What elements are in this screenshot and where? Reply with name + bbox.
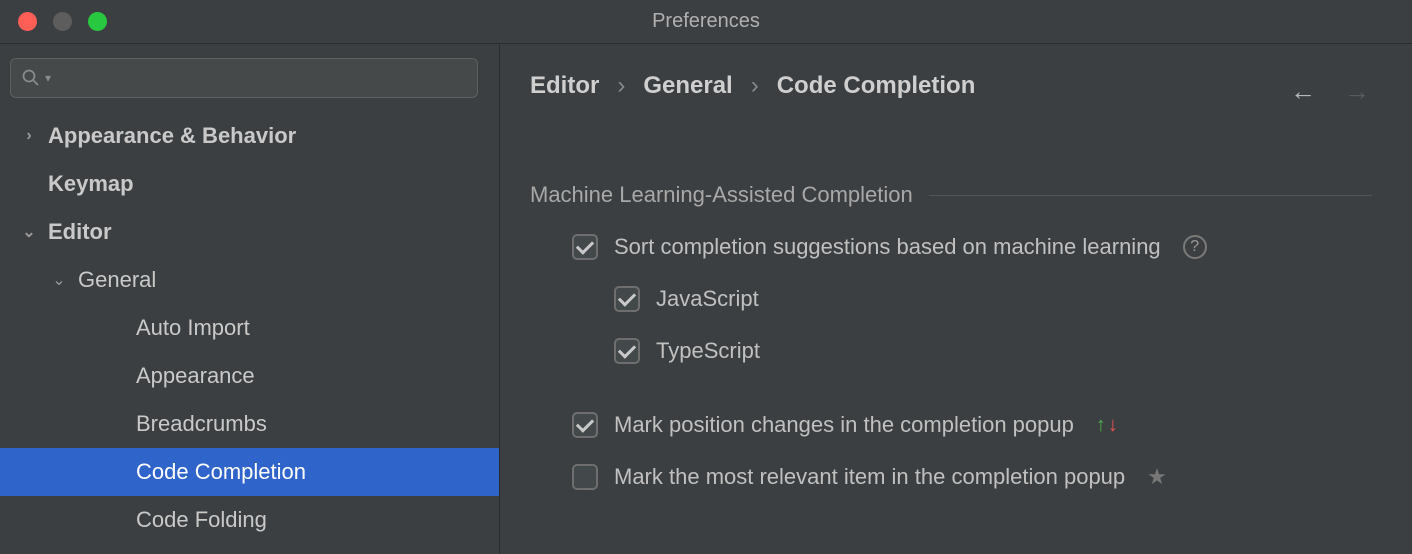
rank-arrows-icon: ↑↓	[1096, 414, 1118, 437]
chevron-down-icon[interactable]: ⌄	[50, 270, 68, 290]
search-icon	[21, 68, 41, 88]
option-javascript[interactable]: JavaScript	[530, 286, 1372, 312]
checkbox[interactable]	[572, 412, 598, 438]
tree-spacer	[20, 175, 38, 193]
divider	[929, 195, 1372, 196]
chevron-right-icon: ›	[751, 72, 759, 100]
titlebar: Preferences	[0, 0, 1412, 44]
chevron-right-icon[interactable]: ›	[20, 127, 38, 145]
window-title: Preferences	[652, 10, 760, 33]
option-label: Mark the most relevant item in the compl…	[614, 464, 1125, 490]
option-typescript[interactable]: TypeScript	[530, 338, 1372, 364]
sidebar-item-appearance-behavior[interactable]: › Appearance & Behavior	[0, 112, 499, 160]
search-box[interactable]: ▾	[10, 58, 478, 98]
dropdown-caret-icon[interactable]: ▾	[45, 71, 51, 85]
tree-spacer	[108, 319, 126, 337]
tree-spacer	[108, 511, 126, 529]
checkbox[interactable]	[572, 464, 598, 490]
sidebar-item-label: Appearance & Behavior	[48, 123, 296, 149]
sidebar-item-editor[interactable]: ⌄ Editor	[0, 208, 499, 256]
sidebar-item-label: Keymap	[48, 171, 134, 197]
close-window-button[interactable]	[18, 12, 37, 31]
sidebar-item-general[interactable]: ⌄ General	[0, 256, 499, 304]
star-icon: ★	[1147, 464, 1167, 490]
sidebar-item-auto-import[interactable]: Auto Import	[0, 304, 499, 352]
option-label: Mark position changes in the completion …	[614, 412, 1074, 438]
section-header: Machine Learning-Assisted Completion	[530, 182, 1372, 208]
sidebar-item-label: Editor	[48, 219, 112, 245]
back-button[interactable]: ←	[1290, 76, 1316, 107]
breadcrumb-item[interactable]: General	[643, 72, 732, 100]
sidebar-item-label: General	[78, 267, 156, 293]
sidebar-item-label: Auto Import	[136, 315, 250, 341]
sidebar-item-appearance[interactable]: Appearance	[0, 352, 499, 400]
checkbox[interactable]	[572, 234, 598, 260]
sidebar: ▾ › Appearance & Behavior Keymap ⌄ Editor ⌄ G…	[0, 44, 500, 554]
sidebar-item-label: Code Folding	[136, 507, 267, 533]
breadcrumb-item[interactable]: Editor	[530, 72, 599, 100]
option-label: JavaScript	[656, 286, 759, 312]
option-label: Sort completion suggestions based on mac…	[614, 234, 1161, 260]
tree-spacer	[108, 367, 126, 385]
option-sort-ml[interactable]: Sort completion suggestions based on mac…	[530, 234, 1372, 260]
checkbox[interactable]	[614, 286, 640, 312]
sidebar-item-keymap[interactable]: Keymap	[0, 160, 499, 208]
chevron-down-icon[interactable]: ⌄	[20, 222, 38, 242]
sidebar-item-label: Breadcrumbs	[136, 411, 267, 437]
content-pane: Editor › General › Code Completion ← → M…	[500, 44, 1412, 554]
forward-button: →	[1344, 76, 1370, 107]
sidebar-item-code-folding[interactable]: Code Folding	[0, 496, 499, 544]
tree-spacer	[108, 415, 126, 433]
maximize-window-button[interactable]	[88, 12, 107, 31]
breadcrumb: Editor › General › Code Completion	[530, 72, 1372, 100]
search-input[interactable]	[55, 68, 467, 89]
tree-spacer	[108, 463, 126, 481]
option-label: TypeScript	[656, 338, 760, 364]
sidebar-item-breadcrumbs[interactable]: Breadcrumbs	[0, 400, 499, 448]
sidebar-item-label: Appearance	[136, 363, 255, 389]
sidebar-item-label: Code Completion	[136, 459, 306, 485]
chevron-right-icon: ›	[617, 72, 625, 100]
traffic-lights	[0, 12, 107, 31]
section-title: Machine Learning-Assisted Completion	[530, 182, 913, 208]
help-icon[interactable]: ?	[1183, 235, 1207, 259]
option-mark-relevant[interactable]: Mark the most relevant item in the compl…	[530, 464, 1372, 490]
checkbox[interactable]	[614, 338, 640, 364]
minimize-window-button[interactable]	[53, 12, 72, 31]
option-mark-position[interactable]: Mark position changes in the completion …	[530, 412, 1372, 438]
sidebar-item-code-completion[interactable]: Code Completion	[0, 448, 499, 496]
settings-tree: › Appearance & Behavior Keymap ⌄ Editor ⌄ Gen…	[0, 112, 499, 554]
breadcrumb-item[interactable]: Code Completion	[777, 72, 976, 100]
